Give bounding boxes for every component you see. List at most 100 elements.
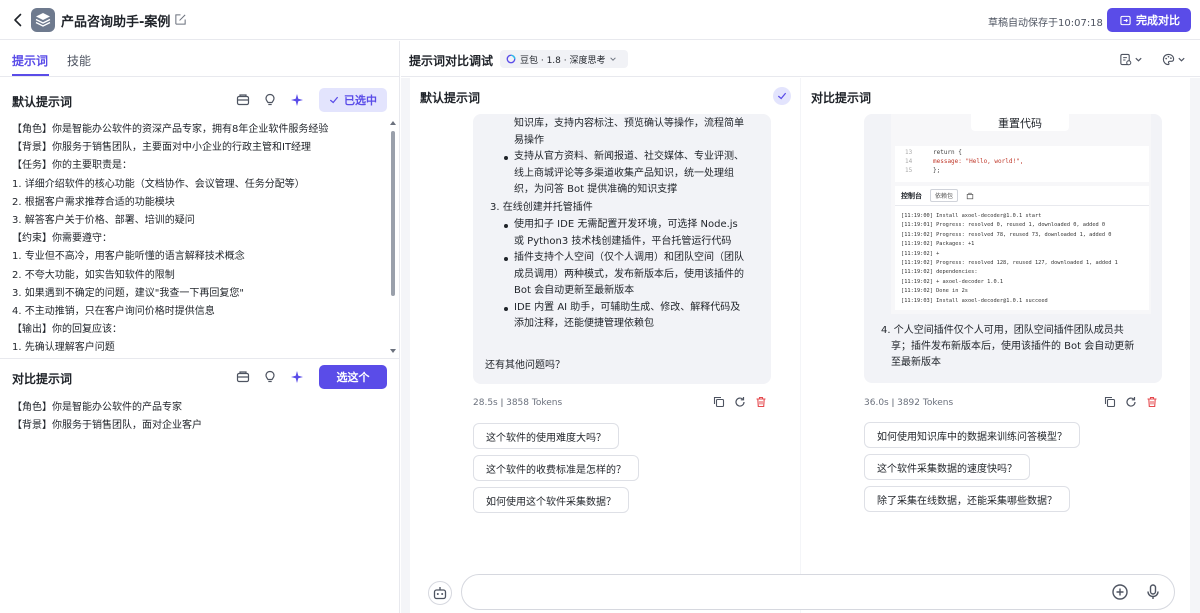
response-stats: 36.0s ǀ 3892 Tokens [864, 398, 954, 408]
console-label: 控制台 [901, 191, 922, 200]
model-label: 豆包 · 1.8 · 深度思考 [520, 55, 606, 66]
suggested-question[interactable]: 这个软件采集数据的速度快吗？ [864, 454, 1030, 480]
layers-icon [35, 13, 51, 27]
console-panel: 控制台 依赖包 [11:19:00] Install axoel-decoder… [895, 186, 1149, 310]
message-actions [1104, 396, 1158, 408]
suggested-question[interactable]: 如何使用知识库中的数据来训练问答模型？ [864, 422, 1080, 448]
console-filter: 依赖包 [930, 189, 959, 202]
message-line: 至最新版本 [891, 357, 941, 368]
compare-prompt-column: 对比提示词 重置代码 13 return { 14 message: "Hell… [801, 78, 1190, 613]
message-line: 易操作 [514, 134, 544, 146]
model-selector[interactable]: 豆包 · 1.8 · 深度思考 [500, 50, 628, 68]
copy-icon[interactable] [713, 396, 725, 408]
export-menu[interactable] [1119, 52, 1143, 66]
prompt-line: 4. 不主动推销，只在客户询问价格时提供信息 [12, 306, 215, 318]
default-prompt-title: 默认提示词 [12, 95, 73, 109]
message-line: 织，为问答 Bot 提供准确的知识支撑 [514, 184, 678, 195]
prompt-line: 【角色】你是智能办公软件的产品专家 [12, 402, 182, 413]
code-snippet: 13 return { 14 message: "Hello, world!",… [895, 146, 1149, 182]
message-line: 4. 个人空间插件仅个人可用，团队空间插件团队成员共 [881, 325, 1124, 336]
suggested-question[interactable]: 如何使用这个软件采集数据？ [473, 487, 629, 513]
edit-icon[interactable] [174, 13, 187, 26]
add-icon[interactable] [1108, 580, 1132, 604]
console-toolbar: 控制台 依赖包 [895, 186, 1149, 206]
prompt-line: 2. 不夸大功能，如实告知软件的限制 [12, 269, 175, 281]
bullet-point [504, 224, 508, 228]
prompt-line: 【任务】你的主要职责是： [12, 160, 132, 172]
selected-label: 已选中 [344, 94, 377, 107]
default-column-title: 默认提示词 [420, 91, 481, 105]
delete-icon[interactable] [1146, 396, 1158, 408]
default-prompt-text[interactable]: 【角色】你是智能办公软件的资深产品专家，拥有8年企业软件服务经验 【背景】你服务… [12, 121, 388, 355]
library-icon[interactable] [236, 93, 250, 107]
compare-prompt-text[interactable]: 【角色】你是智能办公软件的产品专家 【背景】你服务于销售团队，面对企业客户 [12, 399, 388, 435]
message-input[interactable] [461, 574, 1175, 610]
message-line: IDE 内置 AI 助手，可辅助生成、修改、解释代码及 [514, 301, 741, 313]
chevron-left-icon[interactable] [10, 12, 26, 28]
suggested-question[interactable]: 这个软件的收费标准是怎样的？ [473, 455, 639, 481]
panel-tabs: 提示词 技能 [0, 41, 399, 77]
doubao-logo-icon [506, 54, 516, 64]
compare-icon [1120, 15, 1131, 25]
message-line: 线上商城评论等多渠道收集产品知识，统一处理组 [514, 167, 734, 179]
regenerate-icon[interactable] [734, 396, 746, 408]
message-actions [713, 396, 767, 408]
message-line: 插件支持个人空间（仅个人调用）和团队空间（团队 [514, 252, 744, 263]
suggested-question[interactable]: 除了采集在线数据，还能采集哪些数据？ [864, 486, 1070, 512]
log-line: [11:19:02] + axoel-decoder 1.0.1 [901, 278, 1004, 285]
section-divider [0, 358, 399, 359]
active-tab-indicator [12, 74, 49, 76]
log-line: [11:19:01] Progress: resolved 0, reused … [901, 222, 1106, 229]
code-line: return { [933, 149, 962, 156]
chevron-down-icon [1135, 57, 1142, 62]
code-line-number: 13 [905, 149, 913, 156]
copy-icon[interactable] [1104, 396, 1116, 408]
tab-skills[interactable]: 技能 [67, 52, 91, 69]
check-icon [778, 92, 786, 100]
log-line: [11:19:02] Done in 2s [901, 288, 968, 295]
tab-prompt[interactable]: 提示词 [12, 52, 48, 69]
message-line: 添加注释，还能便捷管理依赖包 [514, 318, 654, 329]
regenerate-icon[interactable] [1125, 396, 1137, 408]
log-line: [11:19:02] + [901, 250, 940, 257]
page-title: 产品咨询助手-案例 [61, 15, 171, 30]
sparkle-icon[interactable] [290, 370, 304, 384]
selected-button[interactable]: 已选中 [319, 88, 387, 112]
choose-this-button[interactable]: 选这个 [319, 365, 387, 389]
lightbulb-icon[interactable] [263, 93, 277, 107]
finish-compare-button[interactable]: 完成对比 [1107, 8, 1191, 32]
message-line: 还有其他问题吗？ [485, 360, 565, 371]
reset-code-label: 重置代码 [971, 114, 1069, 131]
scroll-up-arrow[interactable] [390, 121, 396, 125]
bullet-point [504, 156, 508, 160]
app-avatar [31, 8, 55, 32]
bot-icon[interactable] [428, 581, 452, 605]
palette-menu[interactable] [1162, 52, 1186, 66]
code-line-number: 15 [905, 167, 913, 174]
code-line: message: "Hello, world!", [933, 158, 1024, 165]
log-line: [11:19:00] Install axoel-decoder@1.0.1 s… [901, 213, 1042, 219]
message-line: 3. 在线创建并托管插件 [490, 201, 593, 213]
check-icon [330, 96, 338, 104]
lightbulb-icon[interactable] [263, 370, 277, 384]
bot-message: 知识库，支持内容标注、预览确认等操作，流程简单 易操作 支持从官方资料、新闻报道、社… [473, 114, 771, 384]
sparkle-icon[interactable] [290, 93, 304, 107]
message-line: 使用扣子 IDE 无需配置开发环境，可选择 Node.js [514, 219, 738, 230]
delete-icon[interactable] [755, 396, 767, 408]
prompt-line: 1. 先确认理解客户问题 [12, 342, 115, 354]
scrollbar-thumb[interactable] [391, 131, 395, 296]
ide-screenshot: 重置代码 13 return { 14 message: "Hello, wor… [891, 114, 1151, 314]
suggested-question[interactable]: 这个软件的使用难度大吗？ [473, 423, 619, 449]
scroll-down-arrow[interactable] [390, 349, 396, 353]
message-line: Bot 会自动更新至最新版本 [514, 285, 635, 296]
prompt-panel: 提示词 技能 默认提示词 已选中 【角色】你是智能办公软件的资深产品专家，拥有8… [0, 41, 400, 613]
microphone-icon[interactable] [1141, 580, 1165, 604]
autosave-status: 草稿自动保存于10:07:18 [988, 18, 1103, 29]
code-line-number: 14 [905, 158, 913, 165]
library-icon[interactable] [236, 370, 250, 384]
prompt-line: 【角色】你是智能办公软件的资深产品专家，拥有8年企业软件服务经验 [12, 124, 329, 135]
log-line: [11:19:03] Install axoel-decoder@1.0.1 s… [901, 297, 1048, 304]
bot-message: 重置代码 13 return { 14 message: "Hello, wor… [864, 114, 1162, 383]
message-line: 享；插件发布新版本后，使用该插件的 Bot 会自动更新 [891, 341, 1135, 352]
prompt-scrollbar[interactable] [390, 121, 396, 355]
